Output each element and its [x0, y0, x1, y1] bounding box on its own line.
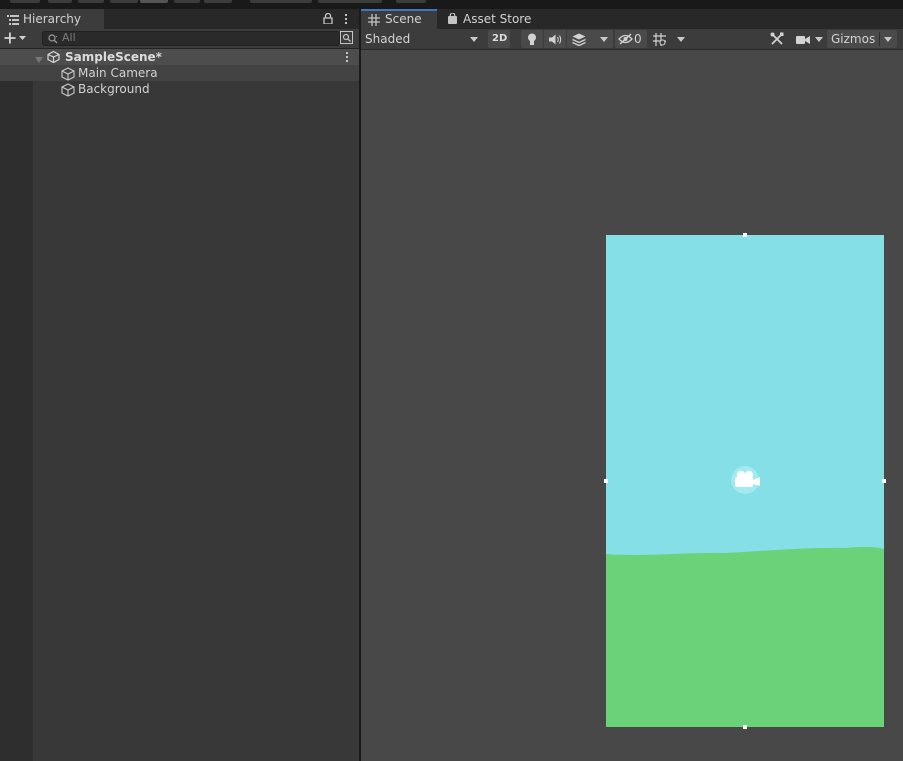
toolbar-button[interactable] — [174, 0, 200, 3]
toolbar-button[interactable] — [396, 0, 426, 3]
grid-snap-icon — [652, 32, 667, 50]
toolbar-button[interactable] — [318, 0, 382, 3]
scene-tab-bar: Scene Asset Store — [361, 9, 903, 29]
scene-menu-icon[interactable] — [346, 52, 349, 63]
hierarchy-panel: Hierarchy All SampleScene* Main Camera B… — [0, 9, 359, 761]
toolbar-button[interactable] — [78, 0, 104, 3]
toolbar-button[interactable] — [48, 0, 72, 3]
hierarchy-menu-icon[interactable] — [345, 14, 348, 25]
tab-scene[interactable]: Scene — [361, 9, 437, 29]
tab-hierarchy[interactable]: Hierarchy — [0, 9, 104, 29]
scene-tab-label: Scene — [385, 12, 422, 26]
hierarchy-toolbar: All — [0, 29, 359, 49]
camera-gizmo-icon[interactable] — [728, 465, 762, 498]
rect-handle-top[interactable] — [743, 233, 747, 237]
hidden-eye-icon — [618, 33, 633, 48]
toolbar-button[interactable] — [250, 0, 312, 3]
lock-icon[interactable] — [323, 12, 333, 27]
hierarchy-search-field[interactable]: All — [42, 31, 340, 46]
tree-item-background[interactable]: Background — [0, 81, 359, 97]
toolbar-button[interactable] — [140, 0, 168, 3]
toolbar-button[interactable] — [204, 0, 232, 3]
search-placeholder: All — [62, 31, 76, 44]
bag-icon — [447, 12, 458, 27]
hierarchy-tab-label: Hierarchy — [23, 12, 82, 26]
gizmos-separator — [879, 32, 880, 46]
gizmos-dropdown[interactable]: Gizmos — [827, 30, 897, 48]
chevron-down-icon — [884, 37, 892, 42]
gameobject-label: Main Camera — [78, 66, 158, 80]
scene-viewport[interactable] — [361, 50, 903, 761]
tab-asset-store[interactable]: Asset Store — [441, 9, 541, 29]
grid-icon — [368, 14, 380, 29]
scene-filter-icon[interactable] — [340, 31, 353, 47]
lighting-toggle-button[interactable] — [521, 30, 543, 48]
toggle-2d-label: 2D — [492, 33, 508, 44]
shading-mode-dropdown[interactable]: Shaded — [361, 30, 481, 48]
tree-item-main-camera[interactable]: Main Camera — [0, 65, 359, 81]
unity-scene-icon — [47, 50, 60, 66]
toggle-2d-button[interactable]: 2D — [488, 30, 510, 48]
light-bulb-icon — [527, 33, 537, 49]
rect-handle-right[interactable] — [882, 479, 886, 483]
grid-snap-dropdown[interactable] — [650, 30, 694, 48]
hierarchy-tab-bar: Hierarchy — [0, 9, 359, 29]
scene-view-panel: Scene Asset Store Shaded 2D 0 Gizmos — [361, 9, 903, 761]
hierarchy-gutter — [0, 49, 33, 761]
chevron-down-icon — [470, 37, 478, 42]
rect-handle-left[interactable] — [604, 479, 608, 483]
gizmos-label: Gizmos — [831, 32, 876, 46]
gameobject-cube-icon — [61, 83, 75, 100]
tree-item-scene[interactable]: SampleScene* — [0, 49, 359, 65]
chevron-down-icon — [677, 37, 685, 42]
top-toolbar-strip — [0, 0, 903, 9]
rect-handle-bottom[interactable] — [743, 725, 747, 729]
chevron-down-icon — [600, 37, 608, 42]
tools-button[interactable] — [766, 30, 788, 48]
camera-settings-dropdown[interactable] — [793, 30, 825, 48]
chevron-down-icon — [815, 37, 823, 42]
search-icon — [48, 33, 58, 47]
audio-toggle-button[interactable] — [544, 30, 566, 48]
video-camera-icon — [796, 34, 810, 48]
list-icon — [7, 14, 19, 28]
toolbar-button[interactable] — [10, 0, 40, 3]
asset-store-tab-label: Asset Store — [463, 12, 532, 26]
create-dropdown-button[interactable] — [4, 30, 34, 46]
toolbar-button[interactable] — [110, 0, 138, 3]
tools-icon — [770, 32, 784, 49]
shading-mode-value: Shaded — [365, 32, 411, 46]
hidden-objects-count: 0 — [634, 32, 642, 46]
speaker-icon — [549, 34, 562, 48]
scene-toolbar: Shaded 2D 0 Gizmos — [361, 29, 903, 50]
layers-effects-icon — [572, 33, 586, 49]
scene-visibility-toggle[interactable]: 0 — [615, 30, 647, 48]
effects-dropdown-button[interactable] — [567, 30, 613, 48]
scene-name: SampleScene* — [65, 50, 162, 64]
gameobject-label: Background — [78, 82, 150, 96]
